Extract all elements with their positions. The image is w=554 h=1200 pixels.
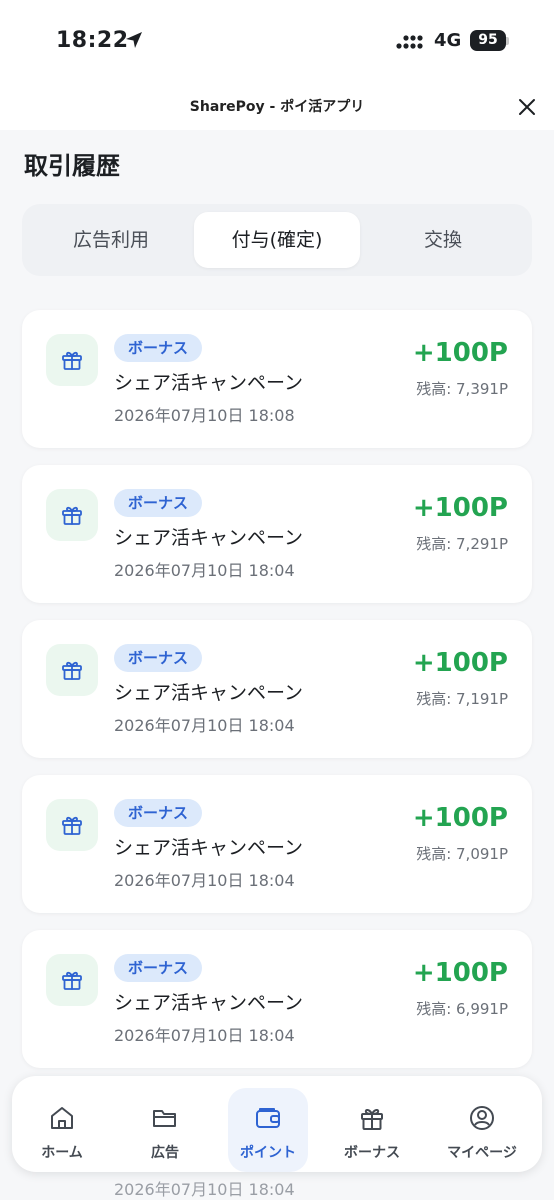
- transaction-amount: +100P: [412, 338, 508, 368]
- nav-bonus[interactable]: ボーナス: [332, 1076, 412, 1172]
- gift-icon: [361, 1108, 383, 1130]
- nav-home-label: ホーム: [41, 1145, 83, 1161]
- signal-icon: [396, 35, 423, 49]
- nav-points[interactable]: ポイント: [228, 1076, 308, 1172]
- balance-after: 残高: 7,291P: [416, 535, 508, 553]
- transaction-card[interactable]: ボーナス シェア活キャンペーン 2026年07月10日 18:04 +100P …: [22, 930, 532, 1068]
- balance-after: 残高: 7,391P: [416, 380, 508, 398]
- transaction-date: 2026年07月10日 18:04: [114, 871, 295, 890]
- transaction-card[interactable]: ボーナス シェア活キャンペーン 2026年07月10日 18:04 +100P …: [22, 620, 532, 758]
- type-badge: ボーナス: [114, 334, 203, 362]
- type-badge: ボーナス: [114, 799, 203, 827]
- close-icon[interactable]: [516, 96, 538, 118]
- page-title: 取引履歴: [24, 152, 120, 180]
- nav-points-label: ポイント: [240, 1145, 296, 1161]
- transaction-card[interactable]: ボーナス シェア活キャンペーン 2026年07月10日 18:04 +100P …: [22, 775, 532, 913]
- type-badge: ボーナス: [114, 644, 203, 672]
- transaction-title: シェア活キャンペーン: [114, 372, 304, 394]
- transaction-date: 2026年07月10日 18:08: [114, 406, 295, 425]
- transaction-date: 2026年07月10日 18:04: [114, 1026, 295, 1045]
- transaction-amount: +100P: [412, 493, 508, 523]
- balance-after: 残高: 6,991P: [416, 1000, 508, 1018]
- transaction-amount: +100P: [412, 958, 508, 988]
- tab-bar: 広告利用 付与(確定) 交換: [22, 204, 532, 276]
- nav-bonus-label: ボーナス: [344, 1145, 400, 1161]
- gift-icon: [62, 351, 82, 370]
- transaction-date: 2026年07月10日 18:04: [114, 716, 295, 735]
- transaction-amount: +100P: [412, 648, 508, 678]
- battery-indicator: 95: [470, 30, 506, 51]
- user-icon: [470, 1106, 494, 1130]
- transaction-title: シェア活キャンペーン: [114, 837, 304, 859]
- partially-visible-date: 2026年07月10日 18:04: [114, 1180, 295, 1199]
- webview-title: SharePoy - ポイ活アプリ: [189, 99, 365, 115]
- nav-home[interactable]: ホーム: [22, 1076, 102, 1172]
- transaction-card[interactable]: ボーナス シェア活キャンペーン 2026年07月10日 18:04 +100P …: [22, 465, 532, 603]
- nav-ads-label: 広告: [151, 1145, 179, 1161]
- transaction-date: 2026年07月10日 18:04: [114, 561, 295, 580]
- home-icon: [51, 1107, 73, 1129]
- tab-granted-confirmed[interactable]: 付与(確定): [194, 212, 360, 268]
- transaction-card[interactable]: ボーナス シェア活キャンペーン 2026年07月10日 18:08 +100P …: [22, 310, 532, 448]
- gift-icon: [62, 971, 82, 990]
- nav-mypage-label: マイページ: [447, 1145, 517, 1161]
- bottom-nav: ホーム 広告 ポイント ボーナス マイページ: [12, 1076, 542, 1172]
- top-area: 18:22 4G 95 SharePoy - ポイ活アプリ: [0, 0, 554, 130]
- tab-exchange[interactable]: 交換: [360, 212, 526, 268]
- location-arrow-icon: [126, 32, 142, 48]
- gift-icon-box: [46, 644, 98, 696]
- battery-cap: [506, 37, 509, 45]
- gift-icon-box: [46, 799, 98, 851]
- gift-icon-box: [46, 954, 98, 1006]
- type-badge: ボーナス: [114, 489, 203, 517]
- transaction-title: シェア活キャンペーン: [114, 682, 304, 704]
- gift-icon: [62, 506, 82, 525]
- tab-ad-usage[interactable]: 広告利用: [28, 212, 194, 268]
- nav-mypage[interactable]: マイページ: [442, 1076, 522, 1172]
- gift-icon: [62, 816, 82, 835]
- type-badge: ボーナス: [114, 954, 203, 982]
- transaction-title: シェア活キャンペーン: [114, 527, 304, 549]
- balance-after: 残高: 7,191P: [416, 690, 508, 708]
- network-type: 4G: [434, 30, 462, 51]
- status-time: 18:22: [56, 28, 129, 53]
- gift-icon: [62, 661, 82, 680]
- gift-icon-box: [46, 334, 98, 386]
- balance-after: 残高: 7,091P: [416, 845, 508, 863]
- transaction-amount: +100P: [412, 803, 508, 833]
- folder-icon: [153, 1110, 176, 1127]
- nav-ads[interactable]: 広告: [125, 1076, 205, 1172]
- wallet-icon: [256, 1108, 280, 1128]
- transaction-title: シェア活キャンペーン: [114, 992, 304, 1014]
- gift-icon-box: [46, 489, 98, 541]
